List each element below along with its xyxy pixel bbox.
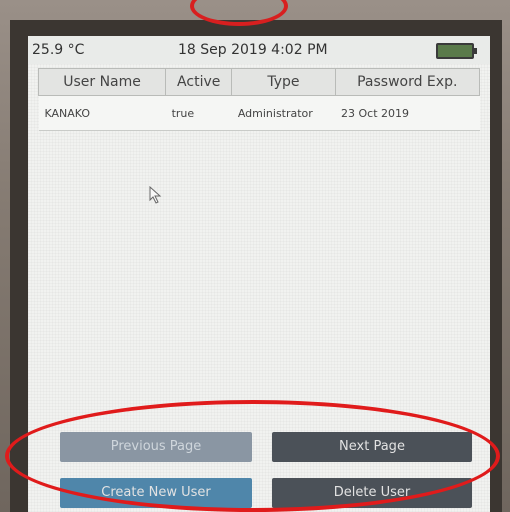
battery-icon — [436, 43, 477, 59]
temperature-readout: 25.9 °C — [32, 42, 85, 58]
datetime-readout: 18 Sep 2019 4:02 PM — [178, 42, 328, 58]
next-page-button[interactable]: Next Page — [272, 432, 472, 462]
column-header-user-name[interactable]: User Name — [37, 68, 167, 96]
cursor-icon — [149, 186, 162, 204]
create-new-user-button[interactable]: Create New User — [60, 478, 252, 508]
delete-user-button[interactable]: Delete User — [272, 478, 472, 508]
status-bar: 25.9 °C 18 Sep 2019 4:02 PM — [28, 36, 490, 64]
column-header-password-exp[interactable]: Password Exp. — [334, 68, 481, 96]
column-header-active[interactable]: Active — [165, 68, 233, 96]
cell-password-exp: 23 Oct 2019 — [335, 95, 480, 131]
cell-user-name: KANAKO — [38, 95, 166, 131]
device-screen: 25.9 °C 18 Sep 2019 4:02 PM User Name Ac… — [28, 36, 490, 512]
table-row[interactable]: KANAKO true Administrator 23 Oct 2019 — [38, 95, 480, 131]
cell-type: Administrator — [231, 95, 336, 131]
previous-page-button[interactable]: Previous Page — [60, 432, 252, 462]
user-table: User Name Active Type Password Exp. KANA… — [37, 68, 481, 131]
cell-active: true — [165, 95, 232, 131]
table-header-row: User Name Active Type Password Exp. — [37, 68, 481, 96]
column-header-type[interactable]: Type — [231, 68, 336, 96]
